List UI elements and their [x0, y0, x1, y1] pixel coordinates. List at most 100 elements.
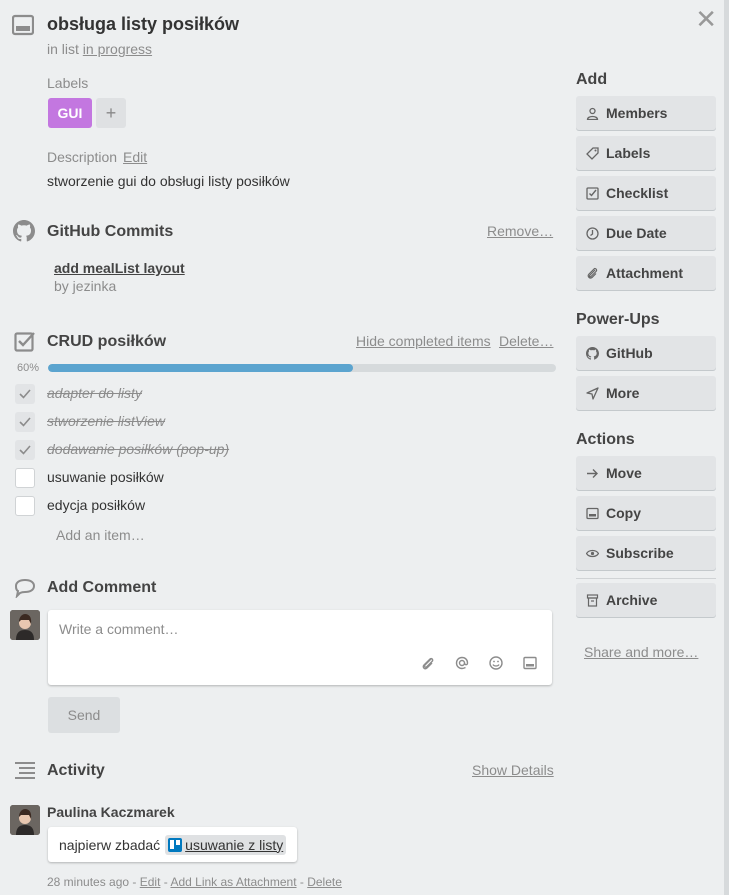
comment-placeholder: Write a comment… — [59, 621, 179, 637]
description-label: Description — [47, 149, 118, 165]
github-icon — [13, 220, 35, 242]
show-details-link[interactable]: Show Details — [472, 762, 554, 778]
activity-meta: 28 minutes ago - Edit - Add Link as Atta… — [47, 875, 342, 889]
card-link-chip[interactable]: usuwanie z listy — [165, 834, 287, 855]
clock-icon — [586, 226, 599, 240]
actions-heading: Actions — [576, 431, 635, 448]
checklist-item[interactable]: usuwanie posiłków — [47, 469, 164, 485]
button-label: GitHub — [606, 345, 653, 361]
add-item-button[interactable]: Add an item… — [56, 527, 145, 543]
button-label: More — [606, 385, 640, 401]
copy-button[interactable]: Copy — [576, 496, 716, 530]
card-icon — [12, 14, 34, 36]
avatar[interactable] — [10, 610, 40, 640]
trello-icon — [168, 837, 183, 852]
card-icon[interactable] — [522, 655, 538, 671]
at-icon[interactable] — [454, 655, 470, 671]
in-list-prefix: in list — [47, 41, 79, 57]
paperclip-icon — [587, 267, 598, 279]
activity-author[interactable]: Paulina Kaczmarek — [47, 804, 175, 820]
github-button[interactable]: GitHub — [576, 336, 716, 370]
remove-github-link[interactable]: Remove… — [487, 223, 553, 239]
check-icon — [19, 445, 31, 455]
close-icon[interactable]: ✕ — [695, 6, 717, 32]
check-icon — [19, 389, 31, 399]
button-label: Members — [606, 105, 668, 121]
button-label: Checklist — [606, 185, 669, 201]
labels-heading: Labels — [47, 75, 89, 91]
add-comment-title: Add Comment — [47, 579, 157, 596]
card-title[interactable]: obsługa listy posiłków — [47, 14, 239, 35]
checklist-checkbox[interactable] — [15, 496, 35, 516]
list-link[interactable]: in progress — [83, 41, 152, 57]
send-button[interactable]: Send — [48, 697, 120, 733]
edit-comment-link[interactable]: Edit — [140, 875, 161, 889]
delete-checklist-link[interactable]: Delete… — [499, 333, 553, 349]
checklist-checkbox[interactable] — [15, 412, 35, 432]
arrow-right-icon — [587, 468, 598, 478]
button-label: Archive — [606, 592, 658, 608]
button-label: Subscribe — [606, 545, 674, 561]
checklist-item[interactable]: dodawanie posiłków (pop-up) — [47, 441, 229, 457]
button-label: Labels — [606, 145, 651, 161]
due-date-button[interactable]: Due Date — [576, 216, 716, 250]
button-label: Due Date — [606, 225, 667, 241]
attachment-button[interactable]: Attachment — [576, 256, 716, 290]
activity-time: 28 minutes ago — [47, 875, 130, 889]
checklist-button[interactable]: Checklist — [576, 176, 716, 210]
eye-icon — [586, 549, 599, 557]
check-icon — [19, 417, 31, 427]
checkbox-icon — [586, 186, 599, 200]
activity-comment-text: najpierw zbadać — [59, 836, 161, 853]
separator: - — [132, 875, 137, 889]
separator: - — [163, 875, 168, 889]
scrollbar[interactable] — [724, 0, 729, 895]
commit-author: by jezinka — [54, 278, 117, 294]
hide-completed-link[interactable]: Hide completed items — [356, 333, 491, 349]
checklist-checkbox[interactable] — [15, 384, 35, 404]
progress-bar — [48, 364, 556, 372]
person-icon — [586, 107, 599, 120]
label-chip[interactable]: GUI — [48, 98, 92, 128]
avatar[interactable] — [10, 805, 40, 835]
divider — [576, 578, 716, 579]
comment-icon — [14, 578, 36, 598]
card-link-text[interactable]: usuwanie z listy — [185, 837, 283, 853]
checklist-item[interactable]: stworzenie listView — [47, 413, 165, 429]
checklist-icon — [14, 332, 35, 352]
list-breadcrumb: in list in progress — [47, 41, 152, 57]
share-and-more-link[interactable]: Share and more… — [584, 644, 698, 660]
move-button[interactable]: Move — [576, 456, 716, 490]
separator: - — [299, 875, 304, 889]
activity-icon — [15, 762, 35, 779]
rocket-icon — [586, 386, 599, 400]
add-link-attachment-link[interactable]: Add Link as Attachment — [170, 875, 296, 889]
button-label: Attachment — [606, 265, 684, 281]
edit-description-link[interactable]: Edit — [123, 149, 147, 165]
checklist-title[interactable]: CRUD posiłków — [47, 333, 166, 351]
checklist-checkbox[interactable] — [15, 440, 35, 460]
checklist-item[interactable]: adapter do listy — [47, 385, 142, 401]
comment-input[interactable]: Write a comment… — [48, 610, 552, 685]
archive-icon — [586, 593, 599, 607]
commit-link[interactable]: add mealList layout — [54, 260, 185, 276]
add-label-button[interactable]: + — [96, 98, 126, 128]
powerups-heading: Power-Ups — [576, 311, 660, 328]
members-button[interactable]: Members — [576, 96, 716, 130]
delete-comment-link[interactable]: Delete — [307, 875, 342, 889]
checklist-checkbox[interactable] — [15, 468, 35, 488]
description-text[interactable]: stworzenie gui do obsługi listy posiłków — [47, 173, 290, 189]
activity-title: Activity — [47, 762, 105, 779]
button-label: Copy — [606, 505, 641, 521]
checklist-item[interactable]: edycja posiłków — [47, 497, 145, 513]
progress-percent: 60% — [17, 362, 40, 374]
paperclip-icon[interactable] — [420, 655, 436, 671]
emoji-icon[interactable] — [488, 655, 504, 671]
activity-comment: najpierw zbadać usuwanie z listy — [48, 827, 298, 862]
labels-button[interactable]: Labels — [576, 136, 716, 170]
archive-button[interactable]: Archive — [576, 583, 716, 617]
tag-icon — [586, 146, 599, 160]
add-heading: Add — [576, 71, 608, 88]
subscribe-button[interactable]: Subscribe — [576, 536, 716, 570]
more-button[interactable]: More — [576, 376, 716, 410]
